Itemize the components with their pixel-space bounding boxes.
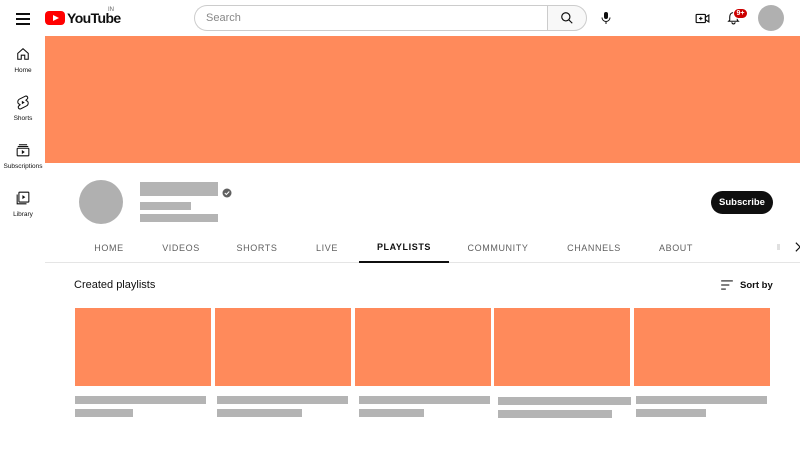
mini-guide: Home Shorts Subscriptions Library bbox=[0, 36, 46, 455]
playlist-thumbnail[interactable] bbox=[355, 308, 491, 386]
playlist-title-placeholder[interactable] bbox=[636, 396, 767, 404]
channel-handle-placeholder bbox=[140, 202, 191, 210]
playlist-thumbnail[interactable] bbox=[494, 308, 630, 386]
youtube-channel-page: YouTube IN 9+ Home bbox=[0, 0, 800, 455]
playlist-meta-placeholder[interactable] bbox=[636, 409, 706, 417]
sort-icon bbox=[721, 280, 733, 290]
home-icon bbox=[15, 46, 31, 62]
playlist-meta-placeholder[interactable] bbox=[498, 410, 612, 418]
video-camera-plus-icon bbox=[695, 13, 709, 23]
playlist-title-placeholder[interactable] bbox=[359, 396, 490, 404]
sidebar-item-label: Library bbox=[13, 211, 33, 218]
shorts-icon bbox=[15, 94, 31, 110]
channel-banner bbox=[45, 36, 800, 163]
section-title: Created playlists bbox=[74, 279, 156, 291]
account-avatar[interactable] bbox=[758, 5, 784, 31]
sidebar-item-library[interactable]: Library bbox=[0, 180, 46, 228]
youtube-play-icon bbox=[45, 11, 65, 25]
youtube-logo[interactable]: YouTube IN bbox=[45, 7, 121, 27]
microphone-icon bbox=[601, 12, 611, 24]
tab-about[interactable]: ABOUT bbox=[657, 233, 695, 262]
sidebar-item-shorts[interactable]: Shorts bbox=[0, 84, 46, 132]
channel-avatar[interactable] bbox=[79, 180, 123, 224]
create-button[interactable] bbox=[690, 7, 714, 29]
tab-channels[interactable]: CHANNELS bbox=[563, 233, 625, 262]
menu-icon[interactable] bbox=[12, 8, 34, 28]
verified-badge-icon bbox=[222, 185, 232, 198]
search-icon bbox=[561, 12, 573, 24]
playlist-meta-placeholder[interactable] bbox=[217, 409, 302, 417]
channel-name-placeholder bbox=[140, 182, 218, 196]
sidebar-item-label: Shorts bbox=[13, 115, 33, 122]
tab-overflow-fade bbox=[777, 244, 780, 250]
region-code: IN bbox=[108, 7, 114, 13]
tab-community[interactable]: COMMUNITY bbox=[465, 233, 531, 262]
subscribe-button[interactable]: Subscribe bbox=[711, 191, 773, 214]
search-button[interactable] bbox=[547, 5, 587, 31]
tab-home[interactable]: HOME bbox=[89, 233, 129, 262]
playlist-title-placeholder[interactable] bbox=[498, 397, 631, 405]
tab-shorts[interactable]: SHORTS bbox=[233, 233, 281, 262]
playlist-title-placeholder[interactable] bbox=[217, 396, 348, 404]
masthead: YouTube IN 9+ bbox=[0, 0, 800, 36]
sort-by-label: Sort by bbox=[740, 279, 773, 291]
tab-playlists[interactable]: PLAYLISTS bbox=[359, 233, 449, 263]
playlist-meta-placeholder[interactable] bbox=[75, 409, 133, 417]
tab-live[interactable]: LIVE bbox=[311, 233, 343, 262]
tab-videos[interactable]: VIDEOS bbox=[159, 233, 203, 262]
playlist-thumbnail[interactable] bbox=[634, 308, 770, 386]
playlist-thumbnail[interactable] bbox=[75, 308, 211, 386]
search-input[interactable] bbox=[194, 5, 547, 31]
search-bar bbox=[194, 5, 587, 31]
chevron-right-icon bbox=[795, 242, 800, 252]
notification-count-badge: 9+ bbox=[733, 8, 748, 19]
library-icon bbox=[15, 190, 31, 206]
sidebar-item-subscriptions[interactable]: Subscriptions bbox=[0, 132, 46, 180]
channel-stats-placeholder bbox=[140, 214, 218, 222]
tabs-scroll-right-button[interactable] bbox=[791, 240, 800, 254]
sidebar-item-label: Home bbox=[14, 67, 32, 74]
playlist-thumbnail[interactable] bbox=[215, 308, 351, 386]
sidebar-item-label: Subscriptions bbox=[3, 163, 43, 170]
subscriptions-icon bbox=[15, 142, 31, 158]
playlist-meta-placeholder[interactable] bbox=[359, 409, 424, 417]
sidebar-item-home[interactable]: Home bbox=[0, 36, 46, 84]
playlist-title-placeholder[interactable] bbox=[75, 396, 206, 404]
sort-by-button[interactable]: Sort by bbox=[720, 277, 773, 293]
voice-search-button[interactable] bbox=[594, 6, 618, 30]
channel-tabs: HOME VIDEOS SHORTS LIVE PLAYLISTS COMMUN… bbox=[45, 233, 800, 263]
